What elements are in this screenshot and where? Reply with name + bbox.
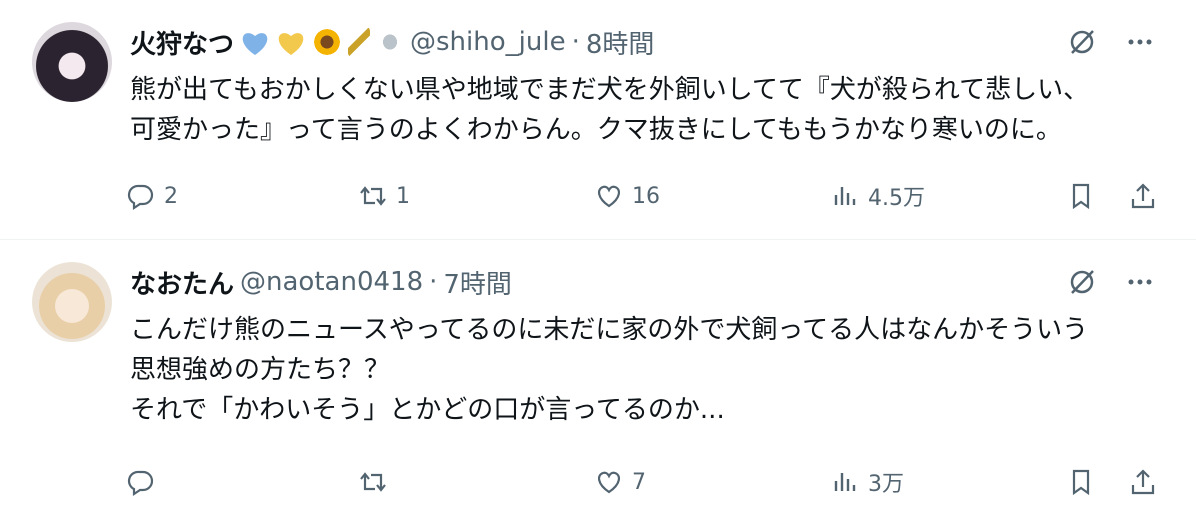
tweet-top-actions xyxy=(1066,260,1156,304)
tweet-header: 火狩なつ @shiho_jule · 8時間 xyxy=(130,20,654,64)
handle[interactable]: @naotan0418 xyxy=(240,267,423,297)
like-count: 7 xyxy=(632,469,646,495)
tweet-text-line: 可愛かった』って言うのよくわからん。クマ抜きにしてももうかなり寒いのに。 xyxy=(130,115,1062,145)
bookmark-icon xyxy=(1072,183,1090,210)
bookmark-button[interactable] xyxy=(1066,460,1096,504)
retweet-button[interactable] xyxy=(358,460,396,504)
separator-dot: · xyxy=(429,267,438,297)
tweet-top-actions xyxy=(1066,20,1156,64)
tweet: なおたん @naotan0418 · 7時間 こんだけ熊のニュースやってるのに未… xyxy=(0,240,1196,524)
tweet-text: こんだけ熊のニュースやってるのに未だに家の外で犬飼ってる人はなんかそういう 思想… xyxy=(130,310,1170,430)
sunflower-icon xyxy=(312,27,343,57)
views-button[interactable]: 3万 xyxy=(830,460,904,504)
tweet: 火狩なつ @shiho_jule · 8時間 熊が出てもおかしくない県や地域でま… xyxy=(0,0,1196,240)
yellow-heart-icon xyxy=(276,27,306,57)
heart-icon xyxy=(597,185,621,208)
tweet-text-line: 熊が出てもおかしくない県や地域でまだ犬を外飼いしてて『犬が殺られて悲しい、 xyxy=(130,75,1090,105)
tweet-text-line: それで「かわいそう」とかどの口が言ってるのか... xyxy=(130,395,725,425)
avatar[interactable] xyxy=(32,22,112,102)
share-button[interactable] xyxy=(1128,460,1158,504)
reply-icon xyxy=(127,184,154,211)
separator-dot: · xyxy=(571,27,580,57)
more-icon[interactable] xyxy=(1124,26,1156,58)
tweet-text-line: 思想強めの方たち？？ xyxy=(130,355,391,385)
retweet-icon xyxy=(360,472,386,492)
handle[interactable]: @shiho_jule xyxy=(410,27,566,57)
timestamp[interactable]: 8時間 xyxy=(586,24,655,61)
heart-icon xyxy=(597,471,621,494)
timestamp[interactable]: 7時間 xyxy=(443,264,512,301)
reply-count: 2 xyxy=(164,183,178,209)
grok-icon[interactable] xyxy=(1066,266,1098,298)
retweet-button[interactable]: 1 xyxy=(358,174,410,218)
analytics-icon xyxy=(834,187,856,205)
reply-button[interactable] xyxy=(126,460,164,504)
grok-icon[interactable] xyxy=(1066,26,1098,58)
bookmark-button[interactable] xyxy=(1066,174,1096,218)
more-icon[interactable] xyxy=(1124,266,1156,298)
like-count: 16 xyxy=(632,183,660,209)
display-name[interactable]: 火狩なつ xyxy=(130,24,234,61)
dragonfly-icon xyxy=(376,27,405,57)
tweet-text-line: こんだけ熊のニュースやってるのに未だに家の外で犬飼ってる人はなんかそういう xyxy=(130,315,1089,345)
views-button[interactable]: 4.5万 xyxy=(830,174,925,218)
like-button[interactable]: 7 xyxy=(594,460,646,504)
action-bar: 7 3万 xyxy=(126,460,1166,504)
tweet-text: 熊が出てもおかしくない県や地域でまだ犬を外飼いしてて『犬が殺られて悲しい、 可愛… xyxy=(130,70,1170,150)
rice-icon xyxy=(348,27,371,57)
bookmark-icon xyxy=(1072,469,1090,496)
retweet-count: 1 xyxy=(396,183,410,209)
analytics-icon xyxy=(834,473,856,491)
action-bar: 2 1 16 4.5万 xyxy=(126,174,1166,218)
tweet-header: なおたん @naotan0418 · 7時間 xyxy=(130,260,512,304)
view-count: 3万 xyxy=(868,472,904,497)
share-icon xyxy=(1131,469,1155,495)
view-count: 4.5万 xyxy=(868,186,925,211)
retweet-icon xyxy=(360,186,386,206)
avatar[interactable] xyxy=(32,262,112,342)
like-button[interactable]: 16 xyxy=(594,174,660,218)
reply-icon xyxy=(127,470,154,497)
display-name[interactable]: なおたん xyxy=(130,264,234,301)
blue-heart-icon xyxy=(240,27,270,57)
share-icon xyxy=(1131,183,1155,209)
reply-button[interactable]: 2 xyxy=(126,174,178,218)
share-button[interactable] xyxy=(1128,174,1158,218)
